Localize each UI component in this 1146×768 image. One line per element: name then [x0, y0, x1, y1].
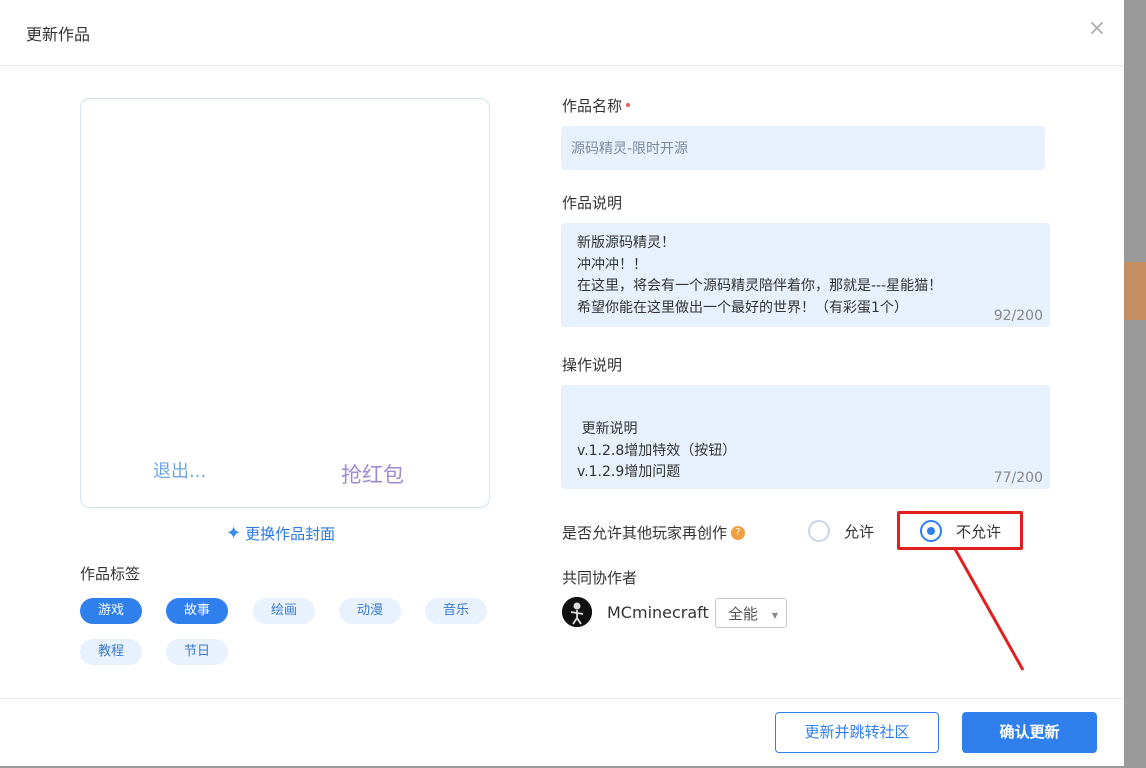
avatar — [562, 597, 592, 627]
backdrop-strip — [1124, 262, 1146, 320]
dialog-title: 更新作品 — [26, 25, 91, 44]
tag-anime[interactable]: 动漫 — [339, 598, 401, 624]
update-and-jump-button[interactable]: 更新并跳转社区 — [775, 712, 939, 753]
confirm-update-button[interactable]: 确认更新 — [962, 712, 1097, 753]
description-textarea[interactable]: 新版源码精灵！ 冲冲冲！！ 在这里，将会有一个源码精灵陪伴着你，那就是---星能… — [561, 223, 1050, 327]
tag-festival[interactable]: 节日 — [166, 639, 228, 665]
role-select[interactable]: 全能 ▼ — [715, 598, 787, 628]
description-counter: 92/200 — [993, 308, 1043, 324]
dialog-header: 更新作品 × — [0, 0, 1124, 66]
name-label: 作品名称 — [562, 95, 631, 116]
ops-text: 更新说明 v.1.2.8增加特效（按钮） v.1.2.9增加问题 — [577, 421, 737, 480]
radio-allow-circle[interactable] — [808, 520, 830, 542]
change-cover-button[interactable]: ✦ 更换作品封面 — [226, 522, 336, 544]
collaborators-title: 共同协作者 — [562, 569, 638, 587]
cover-preview: 退出... 抢红包 — [80, 98, 490, 508]
close-icon[interactable]: × — [1086, 18, 1108, 40]
role-select-value: 全能 — [728, 604, 759, 623]
tag-music[interactable]: 音乐 — [425, 598, 487, 624]
tags-title: 作品标签 — [80, 565, 141, 583]
help-icon[interactable]: ? — [731, 525, 746, 540]
required-dot — [626, 102, 631, 107]
avatar-figure-icon — [562, 597, 592, 627]
preview-exit-text: 退出... — [153, 461, 207, 482]
update-work-dialog: 更新作品 × 退出... 抢红包 ✦ 更换作品封面 作品标签 游戏 故事 绘画 … — [0, 0, 1124, 766]
change-cover-label: 更换作品封面 — [245, 524, 336, 543]
work-name-input[interactable] — [561, 126, 1045, 170]
caret-down-icon: ▼ — [771, 611, 778, 620]
ops-textarea[interactable]: 更新说明 v.1.2.8增加特效（按钮） v.1.2.9增加问题 77/200 — [561, 385, 1050, 489]
ops-label: 操作说明 — [562, 356, 623, 374]
tag-drawing[interactable]: 绘画 — [253, 598, 315, 624]
collaborator-name: MCminecraft — [607, 603, 709, 622]
description-label: 作品说明 — [562, 194, 623, 212]
tag-tutorial[interactable]: 教程 — [80, 639, 142, 665]
ops-counter: 77/200 — [993, 470, 1043, 486]
description-text: 新版源码精灵！ 冲冲冲！！ 在这里，将会有一个源码精灵陪伴着你，那就是---星能… — [577, 235, 943, 316]
name-label-text: 作品名称 — [562, 97, 623, 115]
tag-game[interactable]: 游戏 — [80, 598, 142, 624]
dialog-footer: 更新并跳转社区 确认更新 — [0, 698, 1124, 766]
remix-label-text: 是否允许其他玩家再创作 — [562, 524, 728, 542]
tag-story[interactable]: 故事 — [166, 598, 228, 624]
remix-label: 是否允许其他玩家再创作 ? — [562, 522, 746, 543]
annotation-highlight-box — [897, 511, 1023, 550]
preview-redpacket-text: 抢红包 — [341, 463, 404, 487]
radio-allow[interactable]: 允许 — [808, 519, 874, 543]
sparkle-icon: ✦ — [226, 522, 242, 544]
radio-allow-label: 允许 — [844, 522, 875, 541]
